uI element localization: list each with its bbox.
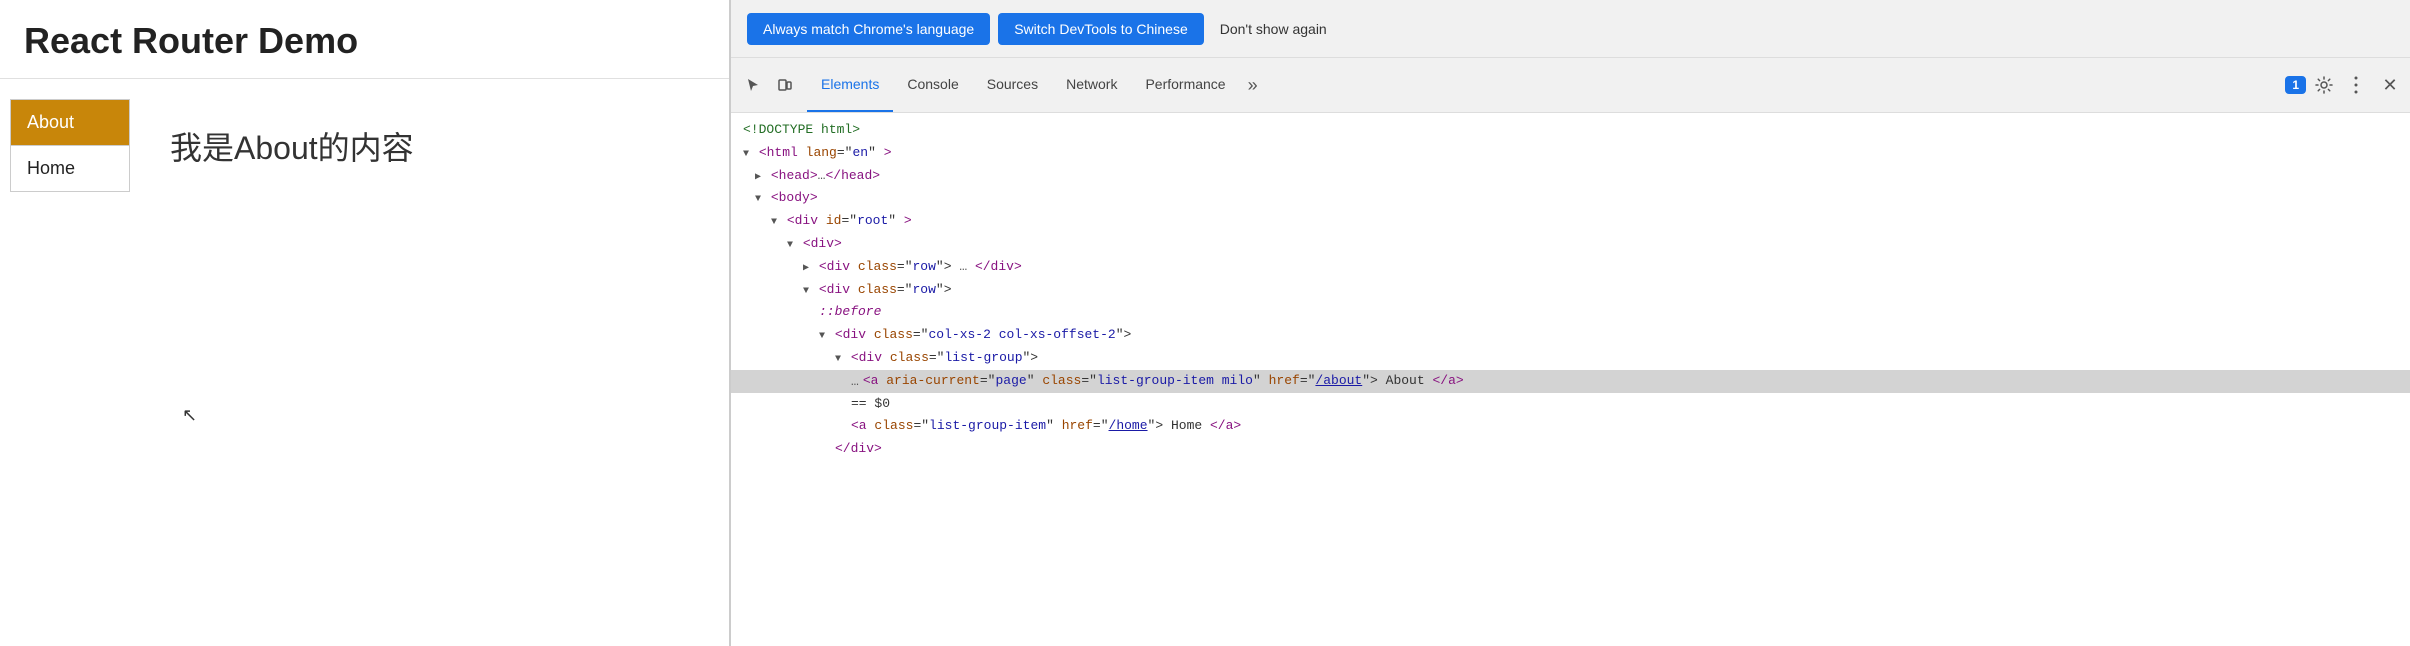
more-tabs-button[interactable]: » [1240, 75, 1266, 96]
dom-line-before: ::before [731, 301, 2410, 324]
dom-line-col[interactable]: ▼ <div class="col-xs-2 col-xs-offset-2"> [731, 324, 2410, 347]
expand-icon[interactable]: ▼ [787, 240, 793, 251]
nav-list: About Home [10, 99, 130, 192]
tab-elements[interactable]: Elements [807, 58, 893, 112]
dont-show-again-button[interactable]: Don't show again [1216, 13, 1331, 45]
expand-icon[interactable]: ▼ [835, 354, 841, 365]
dom-line-div-root[interactable]: ▼ <div id="root" > [731, 210, 2410, 233]
dom-line-div[interactable]: ▼ <div> [731, 233, 2410, 256]
tab-sources[interactable]: Sources [973, 58, 1052, 112]
expand-icon[interactable]: ▼ [803, 286, 809, 297]
dom-line-row-expanded[interactable]: ▼ <div class="row"> [731, 279, 2410, 302]
close-devtools-button[interactable]: ✕ [2378, 73, 2402, 97]
dom-line-body[interactable]: ▼ <body> [731, 187, 2410, 210]
devtools-dom-content: <!DOCTYPE html> ▼ <html lang="en" > ▶ <h… [731, 113, 2410, 646]
app-header: React Router Demo [0, 0, 729, 79]
tab-network[interactable]: Network [1052, 58, 1131, 112]
dom-line-html[interactable]: ▼ <html lang="en" > [731, 142, 2410, 165]
expand-icon[interactable]: ▼ [771, 217, 777, 228]
dom-line-doctype: <!DOCTYPE html> [731, 119, 2410, 142]
expand-icon[interactable]: ▶ [803, 263, 809, 274]
app-title: React Router Demo [24, 20, 358, 61]
dom-line-row-collapsed[interactable]: ▶ <div class="row"> … </div> [731, 256, 2410, 279]
tab-icon-group [739, 71, 799, 99]
dom-line-home-link[interactable]: <a class="list-group-item" href="/home">… [731, 415, 2410, 438]
dom-line-head[interactable]: ▶ <head>…</head> [731, 165, 2410, 188]
expand-icon[interactable]: ▼ [819, 331, 825, 342]
dom-line-dollar: == $0 [731, 393, 2410, 416]
more-options-icon[interactable] [2342, 71, 2370, 99]
page-content: 我是About的内容 [130, 99, 454, 192]
switch-to-chinese-button[interactable]: Switch DevTools to Chinese [998, 13, 1204, 45]
dom-line-close-listgroup: </div> [731, 438, 2410, 461]
expand-icon[interactable]: ▼ [755, 194, 761, 205]
ellipsis-button[interactable]: … [851, 374, 859, 389]
dom-line-about-link[interactable]: … <a aria-current="page" class="list-gro… [731, 370, 2410, 393]
app-content: About Home 我是About的内容 [0, 79, 729, 192]
expand-icon[interactable]: ▶ [755, 172, 761, 183]
expand-icon[interactable]: ▼ [743, 149, 749, 160]
about-text: 我是About的内容 [170, 123, 414, 169]
match-language-button[interactable]: Always match Chrome's language [747, 13, 990, 45]
device-toggle-icon[interactable] [771, 71, 799, 99]
dom-line-list-group[interactable]: ▼ <div class="list-group"> [731, 347, 2410, 370]
devtools-top-bar: Always match Chrome's language Switch De… [731, 0, 2410, 58]
nav-home[interactable]: Home [11, 145, 129, 191]
tab-performance[interactable]: Performance [1131, 58, 1239, 112]
devtools-panel: Always match Chrome's language Switch De… [730, 0, 2410, 646]
cursor-icon: ↖ [182, 405, 197, 426]
notification-badge: 1 [2285, 76, 2306, 94]
devtools-tab-bar: Elements Console Sources Network Perform… [731, 58, 2410, 113]
cursor-tool-icon[interactable] [739, 71, 767, 99]
app-side: React Router Demo About Home 我是About的内容 … [0, 0, 730, 646]
settings-icon[interactable] [2310, 71, 2338, 99]
nav-about[interactable]: About [11, 100, 129, 145]
tab-right-actions: 1 ✕ [2285, 71, 2402, 99]
tab-console[interactable]: Console [893, 58, 972, 112]
